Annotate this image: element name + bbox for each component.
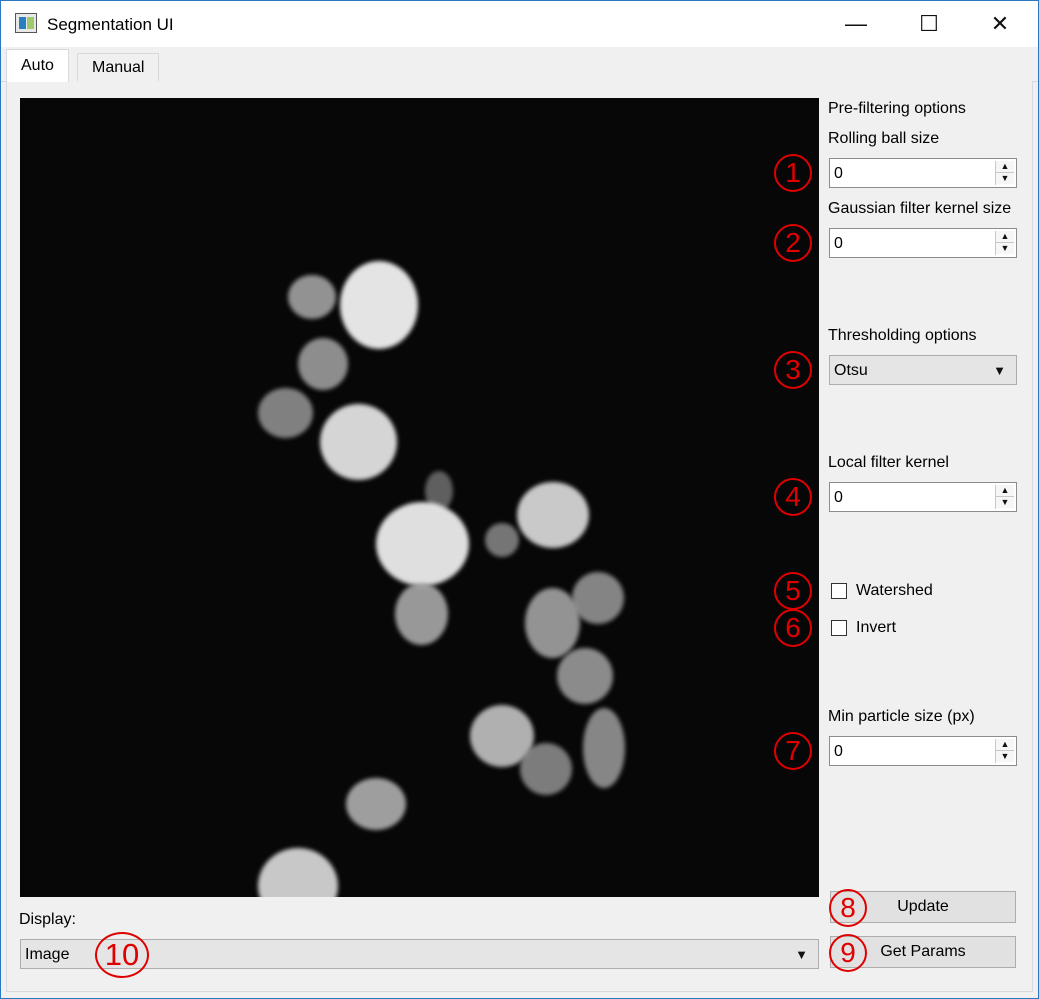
particle-blob <box>517 482 589 548</box>
particle-blob <box>340 261 418 349</box>
particle-blob <box>376 502 469 586</box>
local-filter-label: Local filter kernel <box>828 454 949 471</box>
window-title: Segmentation UI <box>47 15 174 34</box>
invert-label: Invert <box>856 619 897 636</box>
annotation-marker-8: 8 <box>829 889 867 927</box>
app-icon <box>15 13 37 33</box>
annotation-marker-4: 4 <box>774 478 812 516</box>
annotation-marker-7: 7 <box>774 732 812 770</box>
annotation-marker-6: 6 <box>774 609 812 647</box>
tab-auto[interactable]: Auto <box>6 49 69 82</box>
particle-blob <box>346 778 406 830</box>
invert-checkbox[interactable] <box>831 620 847 636</box>
application-window: Segmentation UI — ☐ ✕ Auto Manual Pre-fi… <box>0 0 1039 999</box>
gaussian-kernel-value: 0 <box>834 235 843 252</box>
chevron-down-icon: ▼ <box>795 947 808 962</box>
particle-blob <box>288 275 336 319</box>
particle-blob <box>258 388 313 438</box>
maximize-button[interactable]: ☐ <box>894 1 964 47</box>
spin-down-icon[interactable]: ▼ <box>996 751 1014 762</box>
gaussian-kernel-spinbox[interactable]: 0 ▲ ▼ <box>829 228 1017 258</box>
spin-up-icon[interactable]: ▲ <box>996 485 1014 497</box>
annotation-marker-2: 2 <box>774 224 812 262</box>
spin-up-icon[interactable]: ▲ <box>996 231 1014 243</box>
title-bar: Segmentation UI — ☐ ✕ <box>1 1 1038 47</box>
particle-blob <box>298 338 348 390</box>
tab-bar: Auto Manual <box>1 49 1038 82</box>
display-label: Display: <box>19 911 76 928</box>
gaussian-kernel-label: Gaussian filter kernel size <box>828 200 1012 217</box>
particle-blob <box>583 708 625 788</box>
display-value: Image <box>25 946 70 963</box>
spin-up-icon[interactable]: ▲ <box>996 161 1014 173</box>
spin-down-icon[interactable]: ▼ <box>996 173 1014 184</box>
thresholding-options-title: Thresholding options <box>828 327 977 344</box>
spinbox-buttons: ▲ ▼ <box>995 485 1014 509</box>
spinbox-buttons: ▲ ▼ <box>995 161 1014 185</box>
particle-blob <box>258 848 338 897</box>
rolling-ball-label: Rolling ball size <box>828 130 940 147</box>
spinbox-buttons: ▲ ▼ <box>995 231 1014 255</box>
particle-blob <box>557 648 613 704</box>
spin-down-icon[interactable]: ▼ <box>996 497 1014 508</box>
image-view[interactable] <box>20 98 819 897</box>
particle-blob <box>320 404 397 480</box>
minimize-button[interactable]: — <box>821 1 891 47</box>
spin-up-icon[interactable]: ▲ <box>996 739 1014 751</box>
particle-blob <box>395 583 448 645</box>
particle-blob <box>572 572 624 624</box>
annotation-marker-5: 5 <box>774 572 812 610</box>
tab-manual[interactable]: Manual <box>77 53 160 81</box>
rolling-ball-spinbox[interactable]: 0 ▲ ▼ <box>829 158 1017 188</box>
annotation-marker-9: 9 <box>829 934 867 972</box>
min-particle-label: Min particle size (px) <box>828 708 975 725</box>
rolling-ball-value: 0 <box>834 165 843 182</box>
watershed-checkbox[interactable] <box>831 583 847 599</box>
spin-down-icon[interactable]: ▼ <box>996 243 1014 254</box>
watershed-label: Watershed <box>856 582 933 599</box>
particle-blob <box>520 743 572 795</box>
annotation-marker-1: 1 <box>774 154 812 192</box>
local-filter-value: 0 <box>834 489 843 506</box>
threshold-method-dropdown[interactable]: Otsu ▼ <box>829 355 1017 385</box>
min-particle-spinbox[interactable]: 0 ▲ ▼ <box>829 736 1017 766</box>
annotation-marker-3: 3 <box>774 351 812 389</box>
chevron-down-icon: ▼ <box>993 363 1006 378</box>
spinbox-buttons: ▲ ▼ <box>995 739 1014 763</box>
prefilter-options-title: Pre-filtering options <box>828 100 966 117</box>
local-filter-spinbox[interactable]: 0 ▲ ▼ <box>829 482 1017 512</box>
threshold-method-value: Otsu <box>834 362 868 379</box>
annotation-marker-10: 10 <box>95 932 149 978</box>
particle-blob <box>485 523 519 557</box>
min-particle-value: 0 <box>834 743 843 760</box>
close-button[interactable]: ✕ <box>965 1 1035 47</box>
